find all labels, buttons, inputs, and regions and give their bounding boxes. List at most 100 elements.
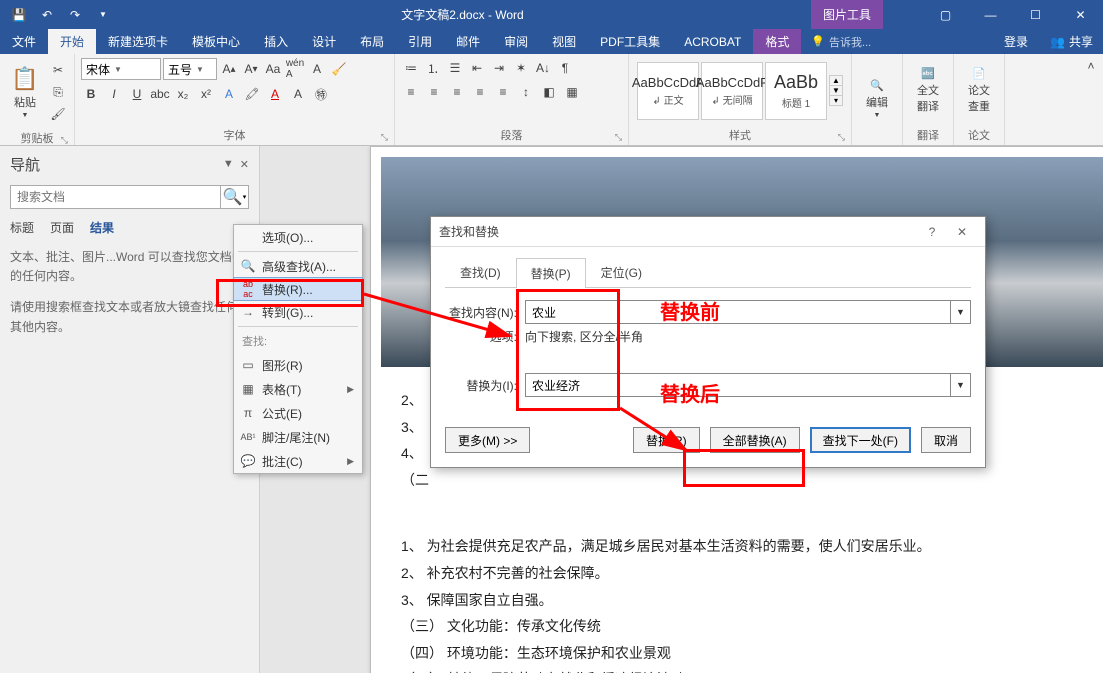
nav-options-icon[interactable]: ▼ <box>223 158 234 171</box>
show-marks-icon[interactable]: ¶ <box>555 58 575 78</box>
paragraph-launcher-icon[interactable]: ⤡ <box>615 132 622 143</box>
justify-icon[interactable]: ≡ <box>470 82 490 102</box>
qat-customize-icon[interactable]: ▼ <box>92 4 114 26</box>
align-right-icon[interactable]: ≡ <box>447 82 467 102</box>
chevron-up-icon[interactable]: ▲ <box>830 76 842 86</box>
ribbon-display-icon[interactable]: ▢ <box>923 0 968 29</box>
nav-tab-results[interactable]: 结果 <box>90 219 114 236</box>
replace-input[interactable] <box>525 373 951 397</box>
replace-button[interactable]: 替换(R) <box>633 427 700 453</box>
text-direction-icon[interactable]: ✶ <box>511 58 531 78</box>
tab-templates[interactable]: 模板中心 <box>180 29 252 54</box>
sort-icon[interactable]: A↓ <box>533 58 553 78</box>
share-button[interactable]: 👥 共享 <box>1040 29 1103 54</box>
tab-layout[interactable]: 布局 <box>348 29 396 54</box>
tab-mailings[interactable]: 邮件 <box>444 29 492 54</box>
styles-launcher-icon[interactable]: ⤡ <box>838 132 845 143</box>
nav-close-icon[interactable]: ✕ <box>240 158 249 171</box>
shrink-font-icon[interactable]: A▾ <box>241 59 261 79</box>
menu-replace[interactable]: abac替换(R)... <box>233 277 363 301</box>
styles-gallery[interactable]: AaBbCcDdF↲ 正文 AaBbCcDdF↲ 无间隔 AaBb标题 1 ▲▼… <box>633 56 847 125</box>
nav-search-input[interactable] <box>10 185 221 209</box>
tab-insert[interactable]: 插入 <box>252 29 300 54</box>
numbering-icon[interactable]: ⒈ <box>423 58 443 78</box>
italic-icon[interactable]: I <box>104 84 124 104</box>
paste-button[interactable]: 📋 粘贴 ▼ <box>4 56 46 128</box>
subscript-icon[interactable]: x₂ <box>173 84 193 104</box>
dedup-button[interactable]: 📄论文 查重 <box>958 56 1000 125</box>
dialog-close-icon[interactable]: ✕ <box>947 225 977 239</box>
cancel-button[interactable]: 取消 <box>921 427 971 453</box>
cut-icon[interactable]: ✂ <box>48 60 68 80</box>
font-size-combo[interactable]: 五号▼ <box>163 58 217 80</box>
editing-button[interactable]: 🔍编辑▼ <box>856 56 898 141</box>
translate-button[interactable]: 🔤全文 翻译 <box>907 56 949 125</box>
inc-indent-icon[interactable]: ⇥ <box>489 58 509 78</box>
change-case-icon[interactable]: Aa <box>263 59 283 79</box>
bold-icon[interactable]: B <box>81 84 101 104</box>
menu-options[interactable]: 选项(O)... <box>234 225 362 249</box>
distribute-icon[interactable]: ≡ <box>493 82 513 102</box>
style-nospacing[interactable]: AaBbCcDdF↲ 无间隔 <box>701 62 763 120</box>
undo-icon[interactable]: ↶ <box>36 4 58 26</box>
superscript-icon[interactable]: x² <box>196 84 216 104</box>
dialog-titlebar[interactable]: 查找和替换 ? ✕ <box>431 217 985 247</box>
bullets-icon[interactable]: ≔ <box>401 58 421 78</box>
style-heading1[interactable]: AaBb标题 1 <box>765 62 827 120</box>
dlg-tab-replace[interactable]: 替换(P) <box>516 258 586 288</box>
menu-find-equations[interactable]: π公式(E) <box>234 401 362 425</box>
tab-acrobat[interactable]: ACROBAT <box>672 29 753 54</box>
replace-history-dropdown[interactable]: ▼ <box>951 373 971 397</box>
borders-icon[interactable]: ▦ <box>562 82 582 102</box>
redo-icon[interactable]: ↷ <box>64 4 86 26</box>
tab-design[interactable]: 设计 <box>300 29 348 54</box>
maximize-icon[interactable]: ☐ <box>1013 0 1058 29</box>
tab-home[interactable]: 开始 <box>48 29 96 54</box>
menu-goto[interactable]: →转到(G)... <box>234 300 362 324</box>
expand-icon[interactable]: ▾ <box>830 96 842 105</box>
clear-format-icon[interactable]: 🧹 <box>329 59 349 79</box>
tab-newtab[interactable]: 新建选项卡 <box>96 29 180 54</box>
dialog-help-icon[interactable]: ? <box>917 225 947 239</box>
line-spacing-icon[interactable]: ↕ <box>516 82 536 102</box>
collapse-ribbon-icon[interactable]: ˄ <box>1081 56 1101 76</box>
tab-references[interactable]: 引用 <box>396 29 444 54</box>
menu-find-graphics[interactable]: ▭图形(R) <box>234 353 362 377</box>
multilevel-icon[interactable]: ☰ <box>445 58 465 78</box>
align-left-icon[interactable]: ≡ <box>401 82 421 102</box>
nav-tab-headings[interactable]: 标题 <box>10 219 34 236</box>
clipboard-launcher-icon[interactable]: ⤡ <box>61 135 68 146</box>
nav-search-button[interactable]: 🔍▾ <box>221 185 249 209</box>
tab-file[interactable]: 文件 <box>0 29 48 54</box>
highlight-icon[interactable]: 🖍 <box>242 84 262 104</box>
tab-view[interactable]: 视图 <box>540 29 588 54</box>
underline-icon[interactable]: U <box>127 84 147 104</box>
close-icon[interactable]: ✕ <box>1058 0 1103 29</box>
style-normal[interactable]: AaBbCcDdF↲ 正文 <box>637 62 699 120</box>
shading-icon[interactable]: ◧ <box>539 82 559 102</box>
char-border-icon[interactable]: A <box>307 59 327 79</box>
nav-tab-pages[interactable]: 页面 <box>50 219 74 236</box>
dec-indent-icon[interactable]: ⇤ <box>467 58 487 78</box>
font-launcher-icon[interactable]: ⤡ <box>381 132 388 143</box>
grow-font-icon[interactable]: A▴ <box>219 59 239 79</box>
menu-find-tables[interactable]: ▦表格(T)▶ <box>234 377 362 401</box>
find-history-dropdown[interactable]: ▼ <box>951 300 971 324</box>
find-input[interactable] <box>525 300 951 324</box>
tab-pdftools[interactable]: PDF工具集 <box>588 29 672 54</box>
chevron-down-icon[interactable]: ▼ <box>830 86 842 96</box>
styles-gallery-nav[interactable]: ▲▼▾ <box>829 75 843 106</box>
dlg-tab-find[interactable]: 查找(D) <box>445 257 516 287</box>
format-painter-icon[interactable]: 🖌 <box>48 104 68 124</box>
login-link[interactable]: 登录 <box>992 29 1040 54</box>
copy-icon[interactable]: ⎘ <box>48 82 68 102</box>
tell-me-search[interactable]: 💡 告诉我... <box>801 29 992 54</box>
save-icon[interactable]: 💾 <box>8 4 30 26</box>
tab-review[interactable]: 审阅 <box>492 29 540 54</box>
menu-advanced-find[interactable]: 🔍高级查找(A)... <box>234 254 362 278</box>
tab-format[interactable]: 格式 <box>753 29 801 54</box>
minimize-icon[interactable]: — <box>968 0 1013 29</box>
text-effects-icon[interactable]: A <box>219 84 239 104</box>
align-center-icon[interactable]: ≡ <box>424 82 444 102</box>
replace-all-button[interactable]: 全部替换(A) <box>710 427 800 453</box>
